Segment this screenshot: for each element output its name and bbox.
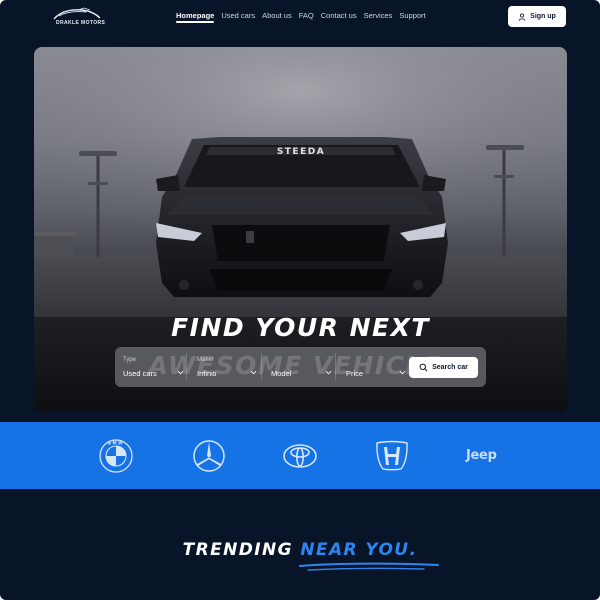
- type-label: Type: [123, 357, 137, 363]
- search-icon: [419, 363, 428, 372]
- chevron-down-icon: [399, 370, 406, 375]
- price-select[interactable]: Price: [346, 347, 406, 387]
- windshield-banner: STEEDA: [277, 147, 325, 157]
- honda-logo[interactable]: [374, 439, 410, 473]
- sign-up-button[interactable]: Sign up: [508, 6, 566, 27]
- honda-icon: [376, 440, 408, 471]
- chevron-down-icon: [250, 370, 257, 375]
- car-search-bar: Type Used cars Maker Infiniti Model Pric…: [115, 347, 486, 387]
- top-nav: DRAKLE MOTORS Homepage Used cars About u…: [0, 0, 600, 36]
- field-divider: [335, 353, 336, 381]
- maker-select[interactable]: Maker Infiniti: [197, 347, 263, 387]
- mercedes-icon: [193, 440, 225, 472]
- bmw-logo[interactable]: BMW: [99, 439, 133, 473]
- maker-label: Maker: [197, 357, 214, 363]
- hero-banner: STEEDA FIND YOUR NEXT AWESOME VEHICLE.: [34, 47, 567, 412]
- nav-contact-us[interactable]: Contact us: [321, 11, 357, 25]
- model-select[interactable]: Model: [271, 347, 337, 387]
- brand-name: DRAKLE MOTORS: [56, 20, 106, 26]
- nav-faq[interactable]: FAQ: [299, 11, 314, 25]
- bmw-icon: BMW: [99, 439, 133, 473]
- maker-value: Infiniti: [197, 369, 217, 378]
- type-select[interactable]: Type Used cars: [123, 347, 189, 387]
- headline-line-1: FIND YOUR NEXT: [171, 313, 430, 342]
- page: DRAKLE MOTORS Homepage Used cars About u…: [0, 0, 600, 600]
- nav-used-cars[interactable]: Used cars: [221, 11, 255, 25]
- accent-underline: [299, 562, 439, 571]
- active-nav-indicator: [176, 21, 214, 23]
- sign-up-label: Sign up: [530, 13, 556, 20]
- toyota-logo[interactable]: [282, 439, 318, 473]
- type-value: Used cars: [123, 369, 157, 378]
- nav-about-us[interactable]: About us: [262, 11, 292, 25]
- search-car-label: Search car: [432, 364, 468, 371]
- brand-logo[interactable]: DRAKLE MOTORS: [50, 6, 106, 28]
- price-value: Price: [346, 369, 364, 378]
- trending-heading: TRENDING NEAR YOU.: [0, 540, 600, 560]
- user-icon: [518, 13, 526, 21]
- nav-services[interactable]: Services: [364, 11, 393, 25]
- svg-text:BMW: BMW: [108, 441, 124, 446]
- model-value: Model: [271, 369, 292, 378]
- jeep-logo[interactable]: Jeep: [466, 448, 497, 463]
- field-divider: [261, 353, 262, 381]
- toyota-icon: [283, 444, 317, 468]
- brand-strip: BMW Jeep: [0, 422, 600, 489]
- trending-accent: NEAR YOU.: [300, 540, 418, 560]
- nav-support[interactable]: Support: [399, 11, 425, 25]
- mercedes-logo[interactable]: [192, 439, 226, 473]
- chevron-down-icon: [325, 370, 332, 375]
- search-car-button[interactable]: Search car: [409, 357, 478, 378]
- field-divider: [186, 353, 187, 381]
- trending-prefix: TRENDING: [182, 540, 293, 560]
- chevron-down-icon: [177, 370, 184, 375]
